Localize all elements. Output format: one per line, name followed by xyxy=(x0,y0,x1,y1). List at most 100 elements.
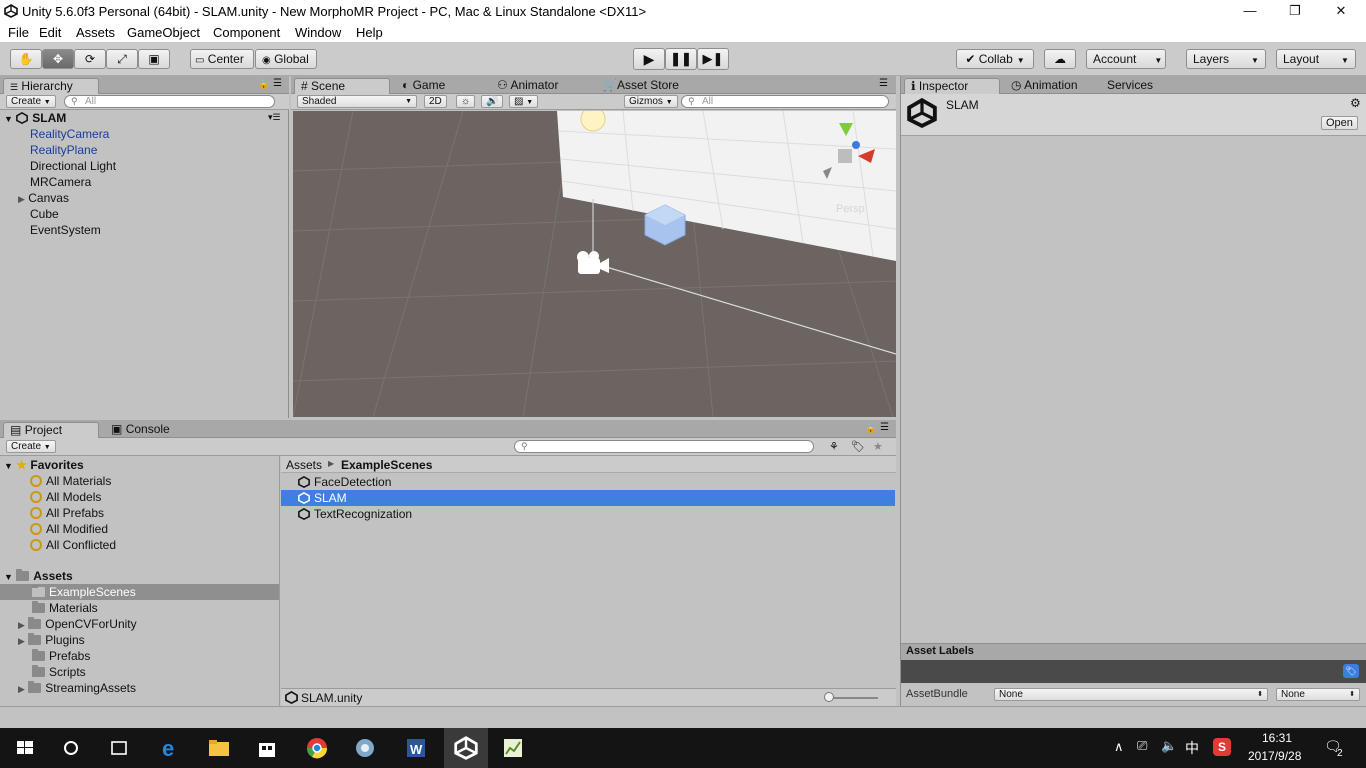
file-explorer-icon[interactable] xyxy=(206,736,232,760)
rect-tool-button[interactable]: ▣ xyxy=(138,49,170,69)
file-facedetection[interactable]: FaceDetection xyxy=(298,474,391,490)
menu-component[interactable]: Component xyxy=(213,25,280,40)
store-icon[interactable] xyxy=(254,736,280,760)
scene-root[interactable]: ▼ SLAM xyxy=(4,110,66,126)
space-global-button[interactable]: ◉ Global xyxy=(255,49,317,69)
menu-gameobject[interactable]: GameObject xyxy=(127,25,200,40)
folder-materials[interactable]: Materials xyxy=(32,600,98,616)
tab-animator[interactable]: ⚇ Animator xyxy=(491,78,558,94)
lighting-toggle[interactable]: ☼ xyxy=(456,95,476,108)
cloud-button[interactable]: ☁ xyxy=(1044,49,1076,69)
persp-label[interactable]: Persp xyxy=(836,203,865,215)
layers-dropdown[interactable]: Layers ▼ xyxy=(1186,49,1266,69)
project-create-button[interactable]: Create ▼ xyxy=(6,440,56,453)
expand-arrow-icon[interactable]: ▶ xyxy=(18,684,25,694)
lock-icon[interactable]: 🔒 xyxy=(258,79,269,90)
hierarchy-item-realityplane[interactable]: RealityPlane xyxy=(30,142,97,158)
lock-icon[interactable]: 🔒 xyxy=(865,423,876,434)
collab-button[interactable]: ✔ Collab ▼ xyxy=(956,49,1034,69)
edge-browser-icon[interactable]: e xyxy=(158,736,184,760)
maximize-button[interactable]: ❐ xyxy=(1272,0,1318,23)
tab-game[interactable]: ◐ Game xyxy=(396,78,445,94)
menu-edit[interactable]: Edit xyxy=(39,25,61,40)
minimize-button[interactable]: — xyxy=(1227,0,1273,23)
2d-toggle[interactable]: 2D xyxy=(424,95,447,108)
play-button[interactable]: ▶ xyxy=(633,48,665,70)
hierarchy-item-eventsystem[interactable]: EventSystem xyxy=(30,222,101,238)
gizmos-dropdown[interactable]: Gizmos ▼ xyxy=(624,95,678,108)
search-icon[interactable] xyxy=(58,736,84,760)
hierarchy-item-cube[interactable]: Cube xyxy=(30,206,59,222)
remote-app-icon[interactable] xyxy=(353,736,379,760)
tab-scene[interactable]: # Scene xyxy=(294,78,390,94)
expand-arrow-icon[interactable]: ▶ xyxy=(18,620,25,630)
hierarchy-item-mrcamera[interactable]: MRCamera xyxy=(30,174,91,190)
tab-asset-store[interactable]: 🛒Asset Store xyxy=(596,78,679,94)
rotate-tool-button[interactable]: ⟳ xyxy=(74,49,106,69)
filter-type-icon[interactable]: ⚘ xyxy=(829,440,839,453)
bundle-dropdown[interactable]: None ⬍ xyxy=(994,688,1268,701)
tab-animation[interactable]: ◷ Animation xyxy=(1005,78,1078,94)
favorite-all-materials[interactable]: All Materials xyxy=(30,473,111,489)
account-dropdown[interactable]: Account ▼ xyxy=(1086,49,1166,69)
star-icon[interactable]: ★ xyxy=(873,440,883,453)
hierarchy-search-input[interactable]: ⚲ All xyxy=(64,95,275,108)
hierarchy-create-button[interactable]: Create ▼ xyxy=(6,95,56,108)
favorite-all-conflicted[interactable]: All Conflicted xyxy=(30,537,116,553)
tab-console[interactable]: ▣ Console xyxy=(105,422,170,438)
menu-window[interactable]: Window xyxy=(295,25,341,40)
word-icon[interactable]: W xyxy=(403,736,429,760)
tab-services[interactable]: Services xyxy=(1101,78,1153,94)
windows-start-icon[interactable] xyxy=(12,736,38,760)
sogou-input-icon[interactable]: S xyxy=(1213,738,1231,756)
favorite-all-models[interactable]: All Models xyxy=(30,489,101,505)
task-view-icon[interactable] xyxy=(106,736,132,760)
panel-menu-icon[interactable]: ☰ xyxy=(880,422,889,433)
close-button[interactable]: ✕ xyxy=(1318,0,1364,23)
breadcrumb-current[interactable]: ExampleScenes xyxy=(341,458,432,472)
chrome-icon[interactable] xyxy=(304,736,330,760)
menu-assets[interactable]: Assets xyxy=(76,25,115,40)
pivot-center-button[interactable]: ▭ Center xyxy=(190,49,254,69)
project-search-input[interactable]: ⚲ xyxy=(514,440,814,453)
hierarchy-item-realitycamera[interactable]: RealityCamera xyxy=(30,126,109,142)
assets-header[interactable]: ▼ Assets xyxy=(4,568,73,584)
breadcrumb-root[interactable]: Assets xyxy=(286,458,322,472)
expand-arrow-icon[interactable]: ▶ xyxy=(18,194,25,204)
ime-indicator[interactable]: 中 xyxy=(1185,738,1199,758)
layout-dropdown[interactable]: Layout ▼ xyxy=(1276,49,1356,69)
panel-menu-icon[interactable]: ☰ xyxy=(273,78,282,89)
hierarchy-item-canvas[interactable]: ▶ Canvas xyxy=(18,190,69,206)
scene-viewport[interactable]: Persp xyxy=(293,111,896,417)
favorites-header[interactable]: ▼ ★ Favorites xyxy=(4,457,84,473)
effects-dropdown[interactable]: ▨ ▼ xyxy=(509,95,539,108)
step-button[interactable]: ▶❚ xyxy=(697,48,729,70)
slider-thumb[interactable] xyxy=(824,692,834,702)
scale-tool-button[interactable]: ⤢ xyxy=(106,49,138,69)
expand-arrow-icon[interactable]: ▶ xyxy=(18,636,25,646)
clock-date[interactable]: 2017/9/28 xyxy=(1248,749,1301,763)
tag-icon[interactable]: 🏷 xyxy=(1343,664,1359,678)
tab-inspector[interactable]: ℹ Inspector xyxy=(904,78,1000,94)
file-slam-selected[interactable]: SLAM xyxy=(281,490,895,506)
tab-project[interactable]: ▤ Project xyxy=(3,422,99,438)
filter-label-icon[interactable]: 🏷 xyxy=(851,440,865,453)
folder-plugins[interactable]: ▶ Plugins xyxy=(18,632,85,648)
volume-icon[interactable]: 🔈 xyxy=(1161,738,1177,754)
pause-button[interactable]: ❚❚ xyxy=(665,48,697,70)
gear-icon[interactable]: ⚙ xyxy=(1350,96,1361,110)
folder-prefabs[interactable]: Prefabs xyxy=(32,648,90,664)
hierarchy-item-directional-light[interactable]: Directional Light xyxy=(30,158,116,174)
menu-help[interactable]: Help xyxy=(356,25,383,40)
chevron-up-icon[interactable]: ∧ xyxy=(1114,739,1124,755)
chart-app-icon[interactable] xyxy=(500,736,526,760)
tab-hierarchy[interactable]: ☰ Hierarchy xyxy=(3,78,99,94)
file-textrecognization[interactable]: TextRecognization xyxy=(298,506,412,522)
panel-menu-icon[interactable]: ☰ xyxy=(879,78,888,89)
folder-streamingassets[interactable]: ▶ StreamingAssets xyxy=(18,680,136,696)
audio-toggle[interactable]: 🔊 xyxy=(481,95,504,108)
network-icon[interactable]: ⎚ xyxy=(1137,738,1147,754)
open-button[interactable]: Open xyxy=(1321,116,1358,130)
menu-file[interactable]: File xyxy=(8,25,29,40)
clock-time[interactable]: 16:31 xyxy=(1262,731,1292,745)
